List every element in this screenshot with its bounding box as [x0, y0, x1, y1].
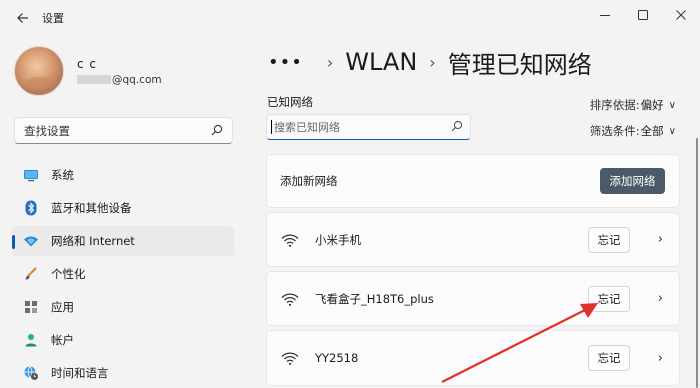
known-networks-search-box[interactable] [266, 114, 471, 140]
sidebar-item-bluetooth[interactable]: 蓝牙和其他设备 [12, 193, 234, 223]
minimize-button[interactable] [586, 0, 624, 30]
display-icon [23, 167, 39, 183]
sidebar-item-time-language[interactable]: 时间和语言 [12, 358, 234, 388]
sidebar-item-apps[interactable]: 应用 [12, 292, 234, 322]
brush-icon [23, 266, 39, 282]
filter-label: 筛选条件: [589, 124, 640, 138]
network-card[interactable]: YY2518 忘记 › [266, 330, 680, 386]
add-network-card: 添加新网络 添加网络 [266, 154, 680, 208]
wifi-icon [281, 233, 299, 247]
email-redaction [77, 75, 111, 84]
sort-label: 排序依据: [589, 98, 640, 112]
minimize-icon [600, 15, 610, 16]
sidebar-item-label: 应用 [51, 300, 74, 314]
sidebar-item-label: 系统 [51, 168, 74, 182]
chevron-right-icon: › [429, 52, 436, 72]
network-name: 飞看盒子_H18T6_plus [315, 291, 434, 306]
sidebar-item-label: 个性化 [51, 267, 86, 281]
sidebar-item-network[interactable]: 网络和 Internet [12, 226, 234, 256]
sidebar-item-label: 蓝牙和其他设备 [51, 201, 132, 215]
close-icon [676, 10, 686, 20]
breadcrumb-overflow[interactable]: ••• [268, 52, 303, 73]
person-icon [23, 332, 39, 348]
sidebar-item-accounts[interactable]: 帐户 [12, 325, 234, 355]
settings-search-input[interactable] [24, 123, 194, 138]
wifi-icon [281, 352, 299, 365]
settings-search-box[interactable] [14, 117, 233, 144]
window-controls [586, 0, 700, 30]
filter-dropdown[interactable]: 筛选条件: 全部 ∨ [590, 123, 676, 139]
chevron-right-icon: › [326, 52, 334, 72]
wifi-icon [281, 292, 299, 306]
globe-clock-icon [23, 365, 39, 381]
add-network-label: 添加新网络 [280, 174, 338, 188]
breadcrumb-parent[interactable]: WLAN [345, 48, 417, 76]
user-profile[interactable]: c c @qq.com [14, 46, 162, 96]
network-card[interactable]: 飞看盒子_H18T6_plus 忘记 › [266, 271, 680, 326]
breadcrumb: ••• › WLAN › 管理已知网络 [268, 44, 592, 80]
chevron-right-icon[interactable]: › [658, 232, 663, 247]
network-name: YY2518 [315, 351, 359, 365]
forget-button[interactable]: 忘记 [588, 285, 630, 312]
maximize-button[interactable] [624, 0, 662, 30]
back-button[interactable] [12, 7, 34, 29]
wifi-diamond-icon [23, 233, 39, 249]
add-network-button[interactable]: 添加网络 [600, 168, 665, 194]
back-arrow-icon [17, 13, 28, 23]
sidebar-item-label: 帐户 [51, 333, 74, 347]
sidebar-item-label: 时间和语言 [51, 366, 109, 380]
sort-value: 偏好 [640, 98, 664, 112]
title-bar: 设置 [0, 0, 700, 36]
chevron-down-icon: ∨ [668, 99, 676, 111]
avatar [14, 46, 64, 96]
search-icon[interactable] [451, 120, 463, 132]
user-email-text: @qq.com [112, 73, 162, 86]
page-title: 管理已知网络 [447, 50, 592, 79]
forget-button[interactable]: 忘记 [588, 345, 630, 371]
sidebar-item-personalization[interactable]: 个性化 [12, 259, 234, 289]
known-networks-search-input[interactable] [274, 120, 444, 134]
sidebar: c c @qq.com 系统 蓝牙和其他设备 网络和 I [0, 36, 248, 388]
app-title: 设置 [42, 12, 64, 25]
scrollbar[interactable] [696, 138, 698, 388]
known-networks-label: 已知网络 [267, 95, 313, 109]
text-cursor [271, 120, 272, 134]
chevron-down-icon: ∨ [668, 125, 676, 137]
maximize-icon [638, 10, 648, 20]
apps-icon [23, 299, 39, 315]
chevron-right-icon[interactable]: › [658, 351, 663, 366]
sidebar-nav: 系统 蓝牙和其他设备 网络和 Internet 个性化 应用 帐户 时间和语言 [12, 160, 234, 388]
bluetooth-icon [23, 200, 39, 216]
close-button[interactable] [662, 0, 700, 30]
network-name: 小米手机 [315, 232, 361, 247]
forget-button[interactable]: 忘记 [588, 226, 630, 253]
sort-dropdown[interactable]: 排序依据: 偏好 ∨ [590, 97, 676, 113]
search-icon[interactable] [211, 124, 223, 136]
user-email: @qq.com [77, 74, 162, 86]
filter-value: 全部 [640, 124, 664, 138]
user-name: c c [77, 56, 98, 71]
user-info: c c @qq.com [77, 57, 162, 86]
chevron-right-icon[interactable]: › [658, 291, 663, 306]
sidebar-item-label: 网络和 Internet [51, 234, 135, 248]
sidebar-item-system[interactable]: 系统 [12, 160, 234, 190]
network-card[interactable]: 小米手机 忘记 › [266, 212, 680, 267]
